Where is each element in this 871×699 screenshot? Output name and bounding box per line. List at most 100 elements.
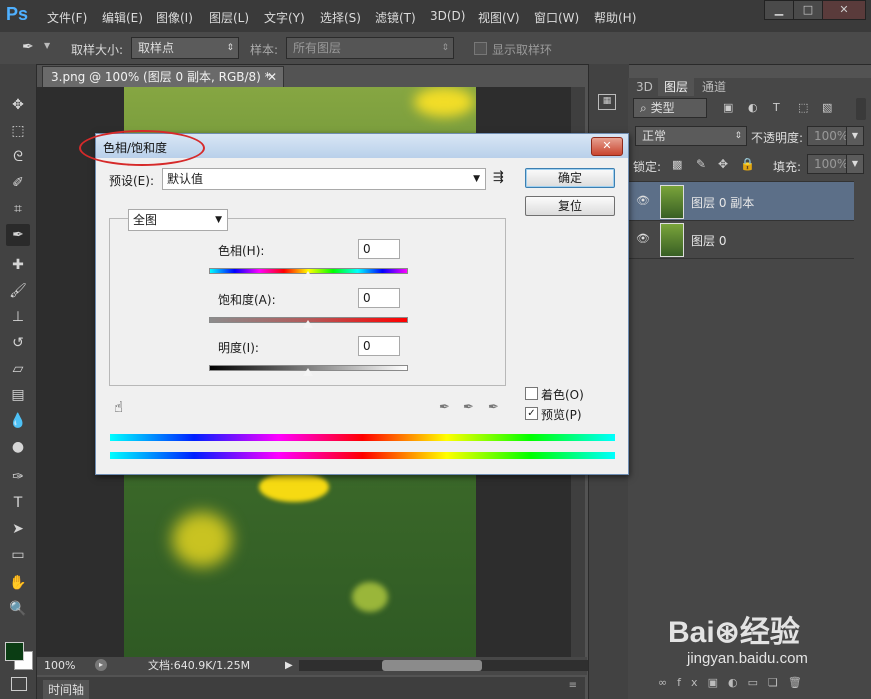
path-select-icon[interactable]: ➤ [6,518,30,540]
crop-tool-icon[interactable]: ⌗ [6,198,30,220]
sample-size-select[interactable]: 取样点 ⇕ [131,37,239,59]
gradient-tool-icon[interactable]: ▤ [6,384,30,406]
filter-adjustment-icon[interactable]: ◐ [748,101,758,114]
document-tab[interactable]: 3.png @ 100% (图层 0 副本, RGB/8) * ✕ [42,66,284,88]
stamp-tool-icon[interactable]: ⊥ [6,306,30,328]
marquee-tool-icon[interactable]: ⬚ [6,120,30,142]
dodge-tool-icon[interactable]: ● [6,436,30,458]
lasso-tool-icon[interactable]: ᘓ [6,146,30,168]
preview-checkbox[interactable]: ✓ [525,407,538,420]
eyedropper-minus-icon[interactable]: ✒ [488,400,499,415]
timeline-tab[interactable]: 时间轴 [43,680,90,699]
horizontal-scroll-thumb[interactable] [382,660,482,671]
menu-file[interactable]: 文件(F) [47,9,87,26]
type-tool-icon[interactable]: T [6,492,30,514]
link-layers-icon[interactable]: ∞ [658,676,677,689]
tab-channels[interactable]: 通道 [696,78,732,96]
fill-field[interactable]: 100% [807,154,848,174]
layer-row-selected[interactable]: 👁 图层 0 副本 [628,181,854,221]
status-menu-arrow-icon[interactable]: ▶ [285,657,293,675]
colorize-checkbox[interactable] [525,387,538,400]
menu-filter[interactable]: 滤镜(T) [375,9,416,26]
histogram-panel-icon[interactable]: ▦ [598,94,616,110]
quick-select-tool-icon[interactable]: ✐ [6,172,30,194]
filter-smart-icon[interactable]: ▧ [822,101,832,114]
close-tab-icon[interactable]: ✕ [267,67,277,88]
menu-view[interactable]: 视图(V) [478,9,520,26]
new-layer-icon[interactable]: ❏ [768,676,788,689]
menu-image[interactable]: 图像(I) [156,9,193,26]
menu-3d[interactable]: 3D(D) [430,9,465,23]
healing-brush-icon[interactable]: ✚ [6,254,30,276]
hand-tool-icon[interactable]: ✋ [6,572,30,594]
reset-button[interactable]: 复位 [525,196,615,216]
close-window-button[interactable]: ✕ [822,0,866,20]
brush-tool-icon[interactable]: 🖌 [6,280,30,302]
on-image-adjust-hand-icon[interactable]: ☝ [114,398,123,416]
fx-icon[interactable]: fx [677,676,707,689]
history-brush-icon[interactable]: ↺ [6,332,30,354]
quick-mask-icon[interactable] [11,677,27,691]
eyedropper-tool-icon[interactable]: ✒ [22,39,34,55]
eraser-tool-icon[interactable]: ▱ [6,358,30,380]
menu-select[interactable]: 选择(S) [320,9,361,26]
fill-dropdown-icon[interactable]: ▼ [846,154,864,174]
lock-transparent-icon[interactable]: ▩ [672,158,682,171]
panel-menu-icon[interactable]: ≡ [569,680,577,691]
foreground-color-swatch[interactable] [5,642,24,661]
ok-button[interactable]: 确定 [525,168,615,188]
tab-layers[interactable]: 图层 [658,78,695,96]
minimize-button[interactable]: ▁ [764,0,794,20]
preset-value: 默认值 [167,172,204,186]
zoom-level[interactable]: 100% [44,657,75,675]
mask-icon[interactable]: ▣ [708,676,728,689]
menu-help[interactable]: 帮助(H) [594,9,636,26]
delete-layer-icon[interactable]: 🗑 [788,676,812,689]
layer-filter-select[interactable]: ⌕ 类型 [633,98,707,118]
lock-position-icon[interactable]: ✥ [718,157,728,171]
group-icon[interactable]: ▭ [748,676,768,689]
visibility-eye-icon[interactable]: 👁 [636,194,650,207]
filter-pixel-icon[interactable]: ▣ [723,101,733,114]
status-info-icon[interactable]: ▸ [95,659,107,671]
lightness-input[interactable]: 0 [358,336,400,356]
zoom-tool-icon[interactable]: 🔍 [6,598,30,620]
shape-tool-icon[interactable]: ▭ [6,544,30,566]
adjustment-layer-icon[interactable]: ◐ [728,676,748,689]
filter-type-icon[interactable]: T [773,101,780,114]
menu-layer[interactable]: 图层(L) [209,9,249,26]
menu-edit[interactable]: 编辑(E) [102,9,143,26]
blend-mode-select[interactable]: 正常 ⇕ [635,126,747,146]
pen-tool-icon[interactable]: ✑ [6,466,30,488]
visibility-eye-icon[interactable]: 👁 [636,232,650,245]
status-bar: 100% ▸ 文档:640.9K/1.25M ▶ [37,657,594,675]
filter-shape-icon[interactable]: ⬚ [798,101,808,114]
tab-3d[interactable]: 3D [630,78,659,96]
eyedropper-icon[interactable]: ✒ [439,400,450,415]
dialog-close-button[interactable]: ✕ [591,137,623,156]
menu-window[interactable]: 窗口(W) [534,9,579,26]
hue-input[interactable]: 0 [358,239,400,259]
saturation-input[interactable]: 0 [358,288,400,308]
move-tool-icon[interactable]: ✥ [6,94,30,116]
layer-row[interactable]: 👁 图层 0 [628,220,854,259]
menu-type[interactable]: 文字(Y) [264,9,305,26]
opacity-dropdown-icon[interactable]: ▼ [846,126,864,146]
eyedropper-tool-icon[interactable]: ✒ [6,224,30,246]
lightness-slider-handle[interactable] [303,368,313,376]
preset-options-icon[interactable]: ⇶ [493,170,504,185]
channel-select[interactable]: 全图 ▼ [128,209,228,231]
show-ring-checkbox[interactable] [474,42,487,55]
layers-scrollbar[interactable] [856,98,866,120]
saturation-slider-handle[interactable] [303,320,313,328]
maximize-button[interactable]: □ [793,0,823,20]
tool-preset-chevron-icon[interactable]: ▼ [44,41,50,50]
preset-select[interactable]: 默认值 ▼ [162,168,486,190]
eyedropper-plus-icon[interactable]: ✒ [463,400,474,415]
opacity-field[interactable]: 100% [807,126,848,146]
lock-all-icon[interactable]: 🔒 [740,157,755,171]
lock-image-icon[interactable]: ✎ [696,157,706,171]
hue-slider-handle[interactable] [303,271,313,279]
sample-select[interactable]: 所有图层 ⇕ [286,37,454,59]
blur-tool-icon[interactable]: 💧 [6,410,30,432]
